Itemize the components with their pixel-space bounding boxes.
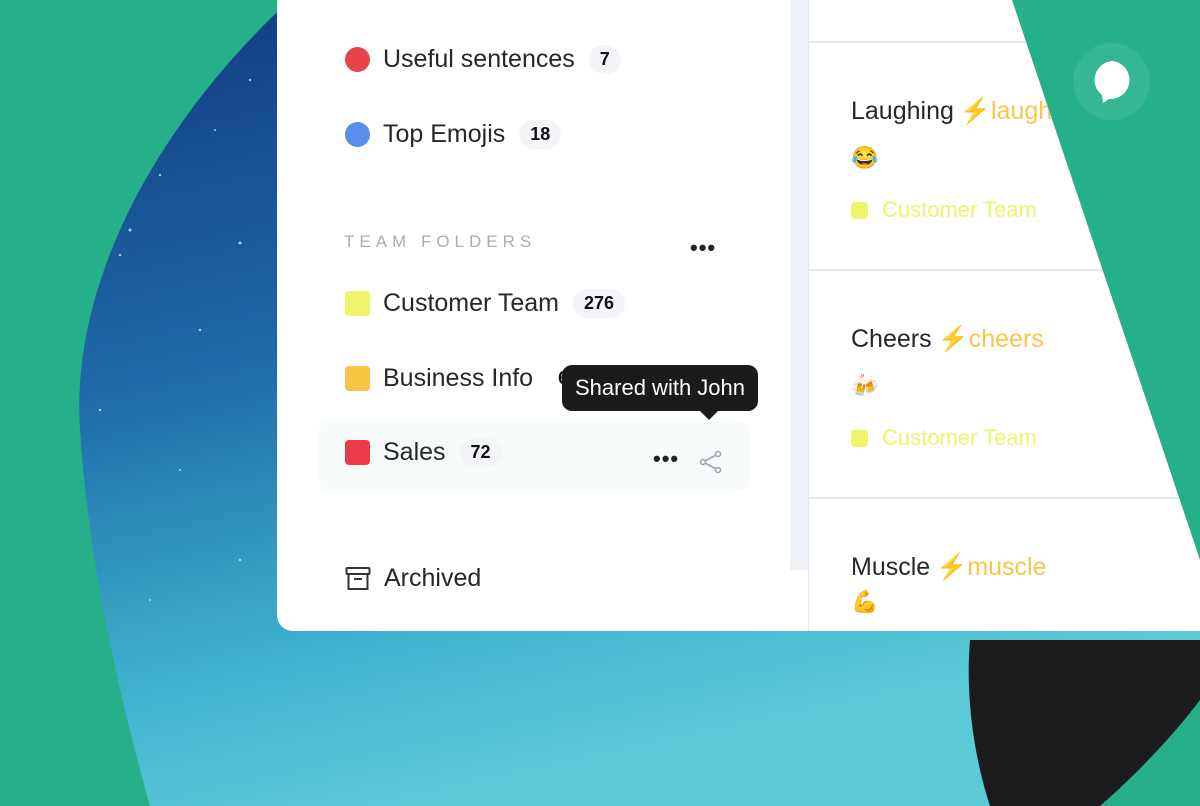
team-folder-sales[interactable]: Sales 72	[345, 438, 502, 467]
person-silhouette	[968, 640, 1200, 806]
snippet-folder-tag: Customer Team	[851, 425, 1037, 451]
folder-label: Top Emojis	[383, 120, 506, 148]
folder-label: Business Info	[383, 364, 534, 392]
brand-logo	[1073, 43, 1150, 120]
folder-count-badge: 72	[459, 438, 502, 467]
snippet-title: Muscle	[851, 553, 931, 581]
folder-count-badge: 276	[573, 289, 626, 318]
folder-color-square	[345, 366, 370, 391]
snippet-emoji: 🍻	[851, 373, 879, 398]
snippet-card-muscle[interactable]: Muscle ⚡muscle 💪	[809, 499, 1200, 614]
snippet-title: Cheers	[851, 325, 932, 353]
folder-count-badge: 7	[588, 45, 621, 74]
chat-bubble-icon	[1094, 60, 1130, 103]
archived-label: Archived	[384, 564, 482, 592]
folder-label: Useful sentences	[383, 45, 575, 73]
snippet-emoji: 😂	[851, 145, 879, 170]
snippet-card[interactable]	[809, 0, 1200, 43]
team-folder-customer-team[interactable]: Customer Team 276	[345, 289, 626, 318]
snippet-shortcut: cheers	[968, 325, 1044, 353]
snippet-card-cheers[interactable]: Cheers ⚡cheers 🍻 Customer Team	[809, 271, 1200, 499]
folder-color-square	[345, 291, 370, 316]
folder-color-square	[345, 440, 370, 465]
snippet-folder-tag: Customer Team	[851, 197, 1037, 223]
snippet-shortcut: laughing	[991, 97, 1086, 125]
sales-more-button[interactable]: •••	[653, 446, 679, 472]
folder-label: Sales	[383, 438, 446, 466]
team-folder-business-info[interactable]: Business Info 67	[345, 364, 589, 393]
shared-tooltip: Shared with John	[562, 365, 758, 420]
folder-color-dot	[345, 47, 370, 72]
folder-useful-sentences[interactable]: Useful sentences 7	[345, 45, 621, 74]
archive-icon	[345, 566, 371, 590]
archived-link[interactable]: Archived	[345, 564, 481, 593]
scrollbar[interactable]	[790, 0, 808, 570]
team-folders-more-button[interactable]: •••	[690, 235, 716, 261]
team-folders-heading: TEAM FOLDERS	[344, 232, 537, 251]
folder-top-emojis[interactable]: Top Emojis 18	[345, 120, 562, 149]
folder-label: Customer Team	[383, 289, 559, 317]
app-window: Useful sentences 7 Top Emojis 18 TEAM FO…	[277, 0, 1200, 631]
snippet-emoji: 💪	[851, 589, 879, 614]
folder-count-badge: 18	[519, 120, 562, 149]
folder-color-dot	[345, 122, 370, 147]
snippet-shortcut: muscle	[967, 553, 1047, 581]
share-icon[interactable]	[699, 450, 723, 474]
snippet-title: Laughing	[851, 97, 954, 125]
